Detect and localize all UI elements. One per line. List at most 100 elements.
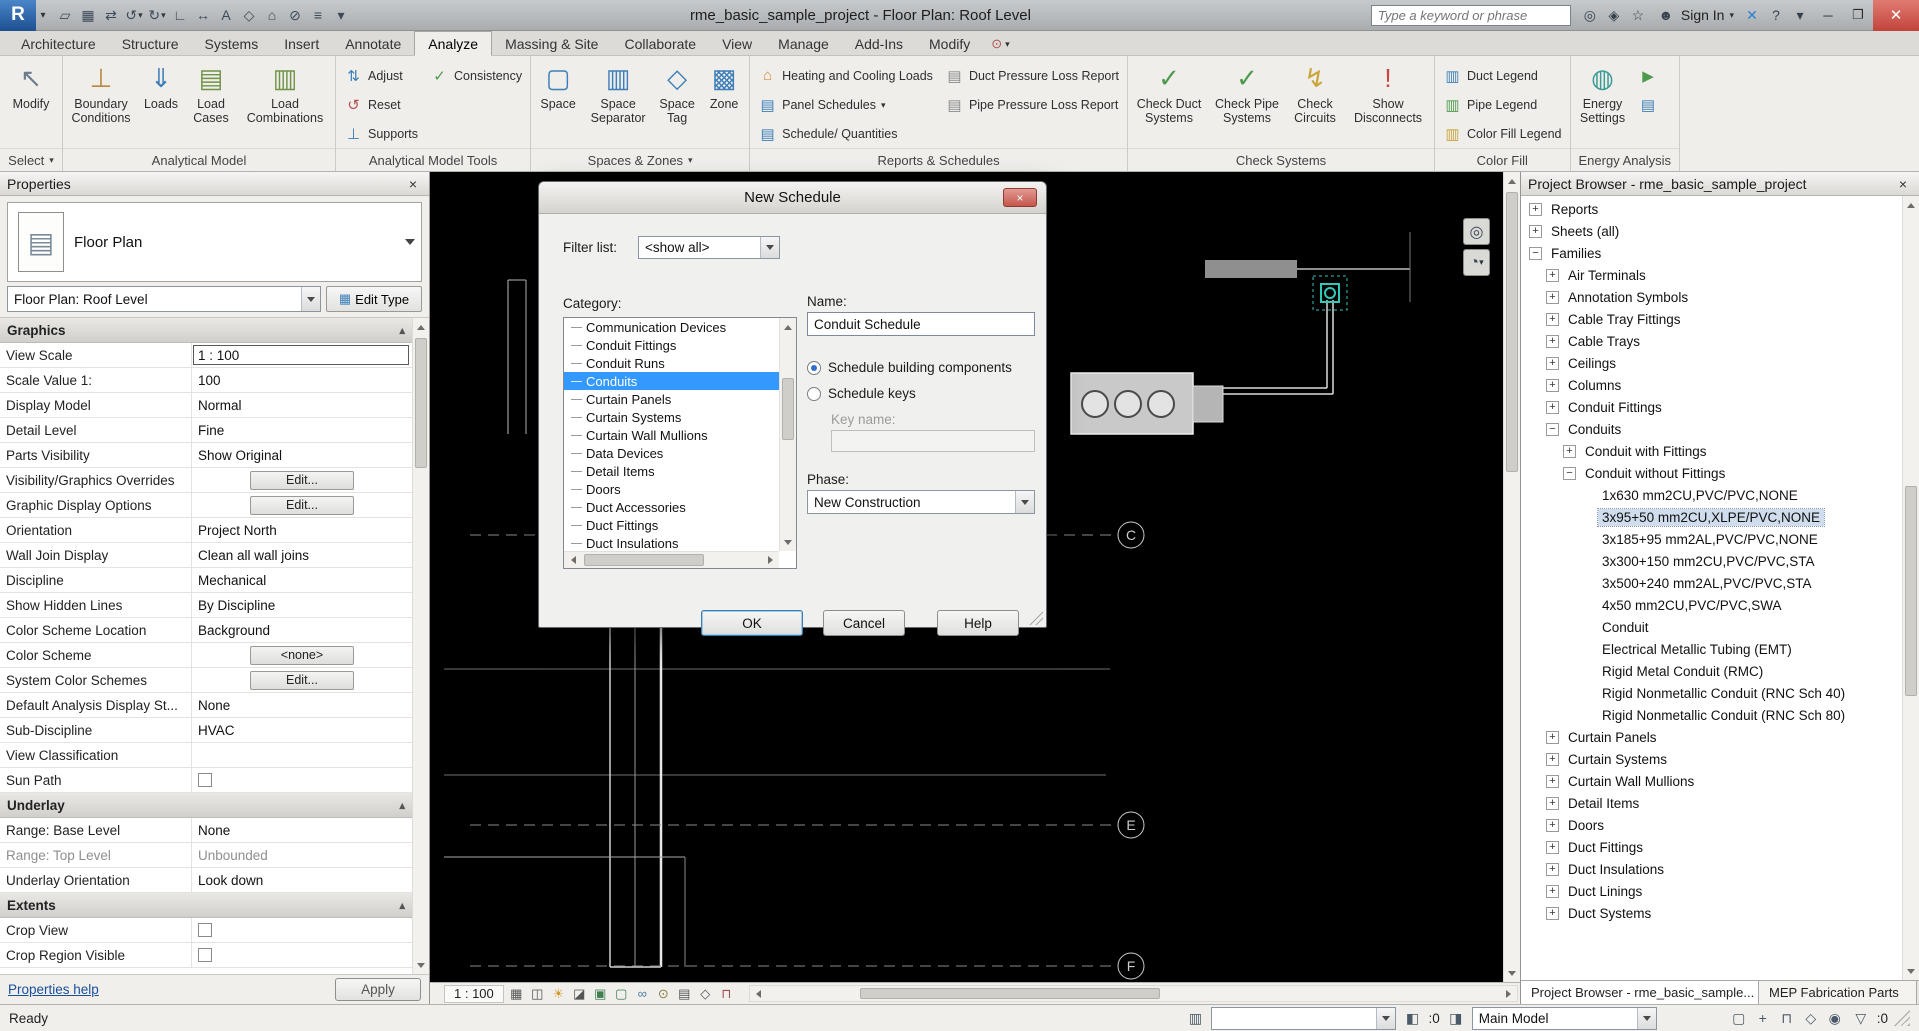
ribbon-button-supports[interactable]: ⊥Supports — [339, 119, 423, 148]
tree-toggle-icon[interactable]: + — [1529, 225, 1542, 238]
design-options-dropdown-arrow-icon[interactable] — [1637, 1008, 1656, 1029]
property-value[interactable]: Mechanical — [192, 568, 412, 592]
sign-in-button[interactable]: ☻ Sign In ▾ — [1651, 4, 1739, 26]
ribbon-button-load-cases[interactable]: ▤LoadCases — [186, 58, 236, 148]
property-value[interactable] — [192, 943, 412, 967]
scroll-down-icon[interactable] — [780, 534, 796, 551]
system-color-schemes-button[interactable]: Edit... — [250, 671, 354, 690]
panel-label-analytical-model[interactable]: Analytical Model — [63, 148, 335, 171]
help-icon[interactable]: ? — [1766, 4, 1786, 26]
filter-list-arrow-icon[interactable] — [760, 237, 779, 258]
ribbon-tab-modify[interactable]: Modify — [916, 32, 983, 55]
steering-wheel-icon[interactable]: ◎ — [1463, 218, 1490, 245]
show-crop-region-icon[interactable]: ▢ — [612, 985, 631, 1003]
schedule-keys-option[interactable]: Schedule keys — [807, 386, 916, 401]
panel-label-color-fill[interactable]: Color Fill — [1435, 148, 1570, 171]
phase-arrow-icon[interactable] — [1015, 491, 1034, 513]
panel-label-analytical-model-tools[interactable]: Analytical Model Tools — [336, 148, 530, 171]
tree-item-detail-items[interactable]: +Detail Items — [1521, 792, 1902, 814]
property-value[interactable]: Look down — [192, 868, 412, 892]
tree-toggle-icon[interactable]: − — [1529, 247, 1542, 260]
properties-close-icon[interactable]: × — [404, 175, 422, 193]
selection-filter-icon[interactable]: ▽ — [1851, 1008, 1871, 1028]
tree-toggle-icon[interactable]: + — [1546, 753, 1559, 766]
tree-item-reports[interactable]: +Reports — [1521, 198, 1902, 220]
panel-label-check-systems[interactable]: Check Systems — [1128, 148, 1434, 171]
ribbon-button-heating-and-cooling-loads[interactable]: ⌂Heating and Cooling Loads — [753, 61, 938, 90]
section-icon[interactable]: ⊘ — [284, 3, 306, 27]
ribbon-state-arrow-icon[interactable]: ▾ — [1005, 39, 1010, 50]
section-collapse-icon[interactable]: ▴ — [399, 799, 405, 812]
type-selector-dropdown-arrow[interactable] — [399, 203, 421, 281]
help-dropdown-arrow-icon[interactable]: ▾ — [1790, 4, 1810, 26]
sign-in-dropdown-arrow-icon[interactable]: ▾ — [1729, 10, 1734, 21]
tree-item-air-terminals[interactable]: +Air Terminals — [1521, 264, 1902, 286]
reveal-hidden-elements-icon[interactable]: ⊙ — [654, 985, 673, 1003]
tree-item-cable-tray-fittings[interactable]: +Cable Tray Fittings — [1521, 308, 1902, 330]
property-value[interactable]: 1 : 100 — [193, 345, 409, 365]
shadows-icon[interactable]: ◪ — [570, 985, 589, 1003]
undo-icon[interactable]: ↺▾ — [123, 3, 145, 27]
category-listbox[interactable]: Communication DevicesConduit FittingsCon… — [563, 317, 797, 569]
undo-dropdown-arrow-icon[interactable]: ▾ — [138, 10, 143, 21]
ribbon-button-duct-pressure-loss-report[interactable]: ▤Duct Pressure Loss Report — [940, 61, 1124, 90]
properties-help-link[interactable]: Properties help — [8, 982, 99, 997]
tree-toggle-icon[interactable]: − — [1563, 467, 1576, 480]
tree-item-duct-linings[interactable]: +Duct Linings — [1521, 880, 1902, 902]
ribbon-button-load-combinations[interactable]: ▥LoadCombinations — [238, 58, 332, 148]
property-value[interactable]: Clean all wall joins — [192, 543, 412, 567]
tree-item-rigid-nonmetallic-conduit-rnc-sch-40[interactable]: Rigid Nonmetallic Conduit (RNC Sch 40) — [1521, 682, 1902, 704]
ribbon-tab-insert[interactable]: Insert — [271, 32, 332, 55]
ribbon-button-space-separator[interactable]: ▥SpaceSeparator — [584, 58, 652, 148]
ribbon-tab-annotate[interactable]: Annotate — [332, 32, 414, 55]
category-list-horizontal-scrollbar[interactable] — [564, 551, 779, 568]
tree-toggle-icon[interactable]: + — [1546, 379, 1559, 392]
worksets-icon[interactable]: ▥ — [1185, 1008, 1205, 1028]
tree-toggle-icon[interactable]: − — [1546, 423, 1559, 436]
crop-region-visible-checkbox[interactable] — [198, 948, 212, 962]
select-pinned-elements-icon[interactable]: ◉ — [1825, 1008, 1845, 1028]
radio-selected-icon[interactable] — [807, 361, 821, 375]
visibility-graphics-overrides-button[interactable]: Edit... — [250, 471, 354, 490]
mep-fabrication-parts-tab[interactable]: MEP Fabrication Parts — [1759, 981, 1917, 1004]
results-and-compare[interactable]: ▤ — [1634, 90, 1663, 119]
view-selector-combo[interactable]: Floor Plan: Roof Level — [7, 286, 321, 312]
ribbon-tab-analyze[interactable]: Analyze — [414, 31, 492, 56]
tree-item-electrical-metallic-tubing-emt[interactable]: Electrical Metallic Tubing (EMT) — [1521, 638, 1902, 660]
display-constraints-icon[interactable]: ⊓ — [1777, 1008, 1797, 1028]
ribbon-button-consistency[interactable]: ✓Consistency — [425, 61, 527, 90]
select-underlay-elements-icon[interactable]: ◇ — [1801, 1008, 1821, 1028]
crop-view-checkbox[interactable] — [198, 923, 212, 937]
panel-label-select[interactable]: Select▾ — [0, 148, 62, 171]
open-icon[interactable]: ▱ — [54, 3, 76, 27]
property-value[interactable]: <none> — [192, 643, 412, 667]
exchange-apps-icon[interactable]: ✕ — [1742, 4, 1762, 26]
ribbon-button-check-pipe-systems[interactable]: ✓Check PipeSystems — [1209, 58, 1285, 148]
save-icon[interactable]: ▦ — [77, 3, 99, 27]
ribbon-button-pipe-legend[interactable]: ▥Pipe Legend — [1438, 90, 1567, 119]
schedule-building-components-option[interactable]: Schedule building components — [807, 360, 1012, 375]
tree-toggle-icon[interactable]: + — [1546, 797, 1559, 810]
ribbon-button-pipe-pressure-loss-report[interactable]: ▤Pipe Pressure Loss Report — [940, 90, 1124, 119]
tree-item-rigid-metal-conduit-rmc[interactable]: Rigid Metal Conduit (RMC) — [1521, 660, 1902, 682]
run-energy-simulation[interactable]: ▶ — [1634, 61, 1663, 90]
ribbon-button-zone[interactable]: ▩Zone — [702, 58, 746, 148]
scrollbar-thumb[interactable] — [1905, 486, 1917, 696]
property-value[interactable]: Project North — [192, 518, 412, 542]
scroll-up-icon[interactable] — [1504, 172, 1520, 189]
tree-toggle-icon[interactable]: + — [1546, 863, 1559, 876]
property-value[interactable]: Edit... — [192, 468, 412, 492]
category-item-duct-insulations[interactable]: Duct Insulations — [564, 534, 779, 551]
canvas-vertical-scrollbar[interactable] — [1503, 172, 1520, 982]
section-header-extents[interactable]: Extents▴ — [0, 893, 412, 918]
tree-toggle-icon[interactable]: + — [1563, 445, 1576, 458]
zoom-dropdown-arrow-icon[interactable]: ▾ — [1479, 257, 1484, 268]
radio-unselected-icon[interactable] — [807, 387, 821, 401]
scroll-right-icon[interactable] — [1500, 986, 1517, 1001]
ribbon-button-duct-legend[interactable]: ▥Duct Legend — [1438, 61, 1567, 90]
panel-label-energy-analysis[interactable]: Energy Analysis — [1571, 148, 1680, 171]
ribbon-button-check-duct-systems[interactable]: ✓Check DuctSystems — [1131, 58, 1207, 148]
tree-item-columns[interactable]: +Columns — [1521, 374, 1902, 396]
tree-item-1x630-mm2cu-pvc-pvc-none[interactable]: 1x630 mm2CU,PVC/PVC,NONE — [1521, 484, 1902, 506]
ribbon-button-space[interactable]: ▢Space — [534, 58, 582, 148]
